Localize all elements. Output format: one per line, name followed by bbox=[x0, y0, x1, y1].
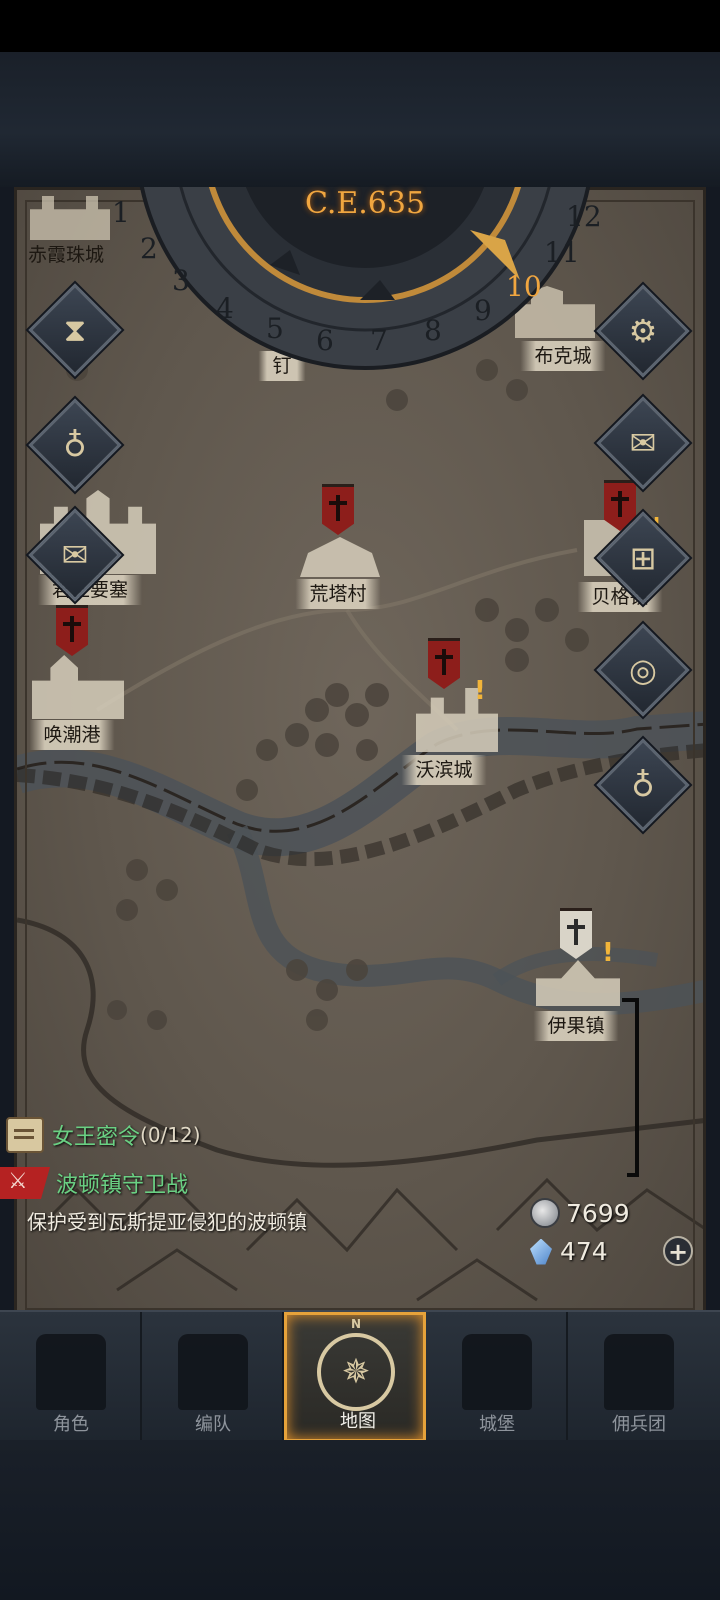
sword-icon: ⚔ bbox=[0, 1167, 50, 1199]
crystal-resource: 474 bbox=[530, 1237, 608, 1266]
city-label-huanchao[interactable]: 唤潮港 bbox=[29, 720, 115, 750]
castle-nav-icon bbox=[462, 1334, 532, 1410]
quest-progress: (0/12) bbox=[140, 1123, 201, 1147]
gold-bag-icon: ♁ bbox=[631, 766, 655, 804]
city-label-yiguo[interactable]: 伊果镇 bbox=[533, 1011, 619, 1041]
mail-icon: ✉ bbox=[629, 424, 657, 462]
nav-label: 佣兵团 bbox=[612, 1414, 666, 1435]
nav-label: 编队 bbox=[195, 1414, 231, 1435]
mercenary-icon bbox=[604, 1334, 674, 1410]
sub-quest[interactable]: ⚔ 波顿镇守卫战 bbox=[0, 1163, 188, 1203]
nav-label: 角色 bbox=[53, 1414, 89, 1435]
city-label-chixiazhu[interactable]: 赤霞珠城 bbox=[14, 240, 118, 270]
quest-alert-icon: ! bbox=[474, 676, 486, 706]
window-icon: ⊞ bbox=[629, 539, 657, 577]
nav-mercenary[interactable]: 佣兵团 bbox=[568, 1312, 720, 1442]
nav-castle[interactable]: 城堡 bbox=[426, 1312, 568, 1442]
bottom-nav: 角色 编队 N ✵ 地图 城堡 佣兵团 bbox=[0, 1310, 720, 1442]
quest-scroll-icon bbox=[6, 1117, 44, 1153]
city-label-buke[interactable]: 布克城 bbox=[520, 341, 606, 371]
knight-icon bbox=[36, 1334, 106, 1410]
add-resource-button[interactable]: + bbox=[663, 1236, 693, 1266]
nav-label: 城堡 bbox=[479, 1414, 515, 1435]
main-quest[interactable]: 女王密令 (0/12) bbox=[6, 1115, 201, 1155]
top-frame bbox=[0, 52, 720, 187]
coin-icon: ◎ bbox=[629, 651, 657, 689]
quest-title: 女王密令 bbox=[52, 1125, 141, 1150]
hourglass-icon: ⧗ bbox=[63, 310, 87, 349]
nav-map[interactable]: N ✵ 地图 bbox=[284, 1312, 426, 1442]
quest-alert-icon: ! bbox=[602, 938, 614, 968]
silver-coin-icon bbox=[530, 1198, 560, 1228]
city-label-huangta[interactable]: 荒塔村 bbox=[295, 579, 381, 609]
gear-icon: ⚙ bbox=[628, 312, 658, 350]
nav-label: 地图 bbox=[340, 1411, 376, 1432]
compass-north-label: N bbox=[351, 1317, 362, 1331]
helmet-icon bbox=[178, 1334, 248, 1410]
quest-description: 保护受到瓦斯提亚侵犯的波顿镇 bbox=[27, 1210, 307, 1234]
city-label-wobin[interactable]: 沃滨城 bbox=[401, 755, 487, 785]
crystal-amount: 474 bbox=[560, 1237, 608, 1266]
silver-resource: 7699 bbox=[530, 1198, 630, 1228]
status-bar bbox=[0, 0, 720, 52]
compass-icon: ✵ bbox=[317, 1333, 395, 1411]
nav-formation[interactable]: 编队 bbox=[142, 1312, 284, 1442]
quest-subtitle: 波顿镇守卫战 bbox=[56, 1173, 189, 1198]
city-label-ding[interactable]: 钉 bbox=[258, 351, 306, 381]
nav-character[interactable]: 角色 bbox=[0, 1312, 142, 1442]
silver-amount: 7699 bbox=[566, 1198, 630, 1228]
bottom-frame bbox=[0, 1440, 720, 1600]
scroll-icon: ✉ bbox=[61, 536, 89, 574]
crystal-icon bbox=[530, 1238, 552, 1265]
money-bag-icon: ♁ bbox=[63, 426, 87, 464]
